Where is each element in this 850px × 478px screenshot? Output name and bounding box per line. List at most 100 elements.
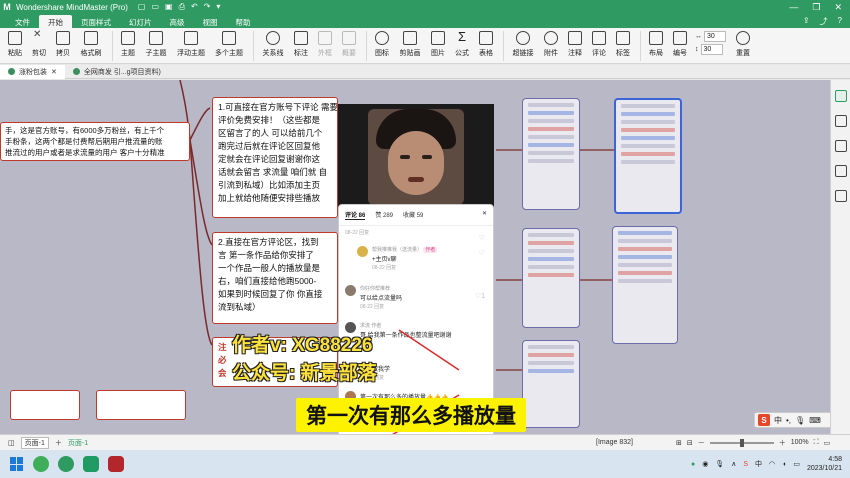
ime-language[interactable]: 中 bbox=[774, 415, 782, 426]
formula-button[interactable]: Σ 公式 bbox=[451, 30, 473, 58]
open-icon[interactable]: ▭ bbox=[151, 2, 159, 12]
tray-mic-icon[interactable]: 🎙 bbox=[715, 460, 724, 468]
publish-icon[interactable]: ⇪ bbox=[803, 16, 810, 27]
redo-icon[interactable]: ↷ bbox=[204, 2, 211, 12]
numbering-button[interactable]: 编号 bbox=[669, 31, 691, 58]
zoom-slider[interactable] bbox=[709, 438, 774, 447]
clock[interactable]: 4:58 2023/10/21 bbox=[807, 455, 842, 473]
tab-view[interactable]: 视图 bbox=[194, 15, 227, 28]
clipart-button[interactable]: 剪贴画 bbox=[395, 31, 425, 58]
image-thumbnail[interactable] bbox=[522, 228, 580, 328]
comment-button[interactable]: 评论 bbox=[588, 31, 610, 58]
windows-start-icon[interactable] bbox=[10, 457, 24, 471]
horizontal-spacing-input[interactable]: 30 bbox=[704, 31, 726, 42]
reset-button[interactable]: 重置 bbox=[732, 31, 754, 58]
presentation-icon[interactable]: ▭ bbox=[824, 439, 831, 447]
paste-button[interactable]: 粘贴 bbox=[4, 31, 26, 58]
fit-page-icon[interactable]: ⊞ bbox=[676, 439, 682, 447]
mindmaster-taskbar-icon[interactable] bbox=[83, 456, 99, 472]
page-panel-icon[interactable]: ◫ bbox=[8, 439, 15, 447]
task-panel-icon[interactable] bbox=[834, 140, 847, 152]
tray-app-icon[interactable]: ◉ bbox=[702, 460, 708, 468]
layout-button[interactable]: 布局 bbox=[645, 31, 667, 58]
note-button[interactable]: 注释 bbox=[564, 31, 586, 58]
add-page-icon[interactable]: ＋ bbox=[55, 438, 62, 448]
ime-toolbar[interactable]: S 中 •, 🎙 ⌨ bbox=[754, 412, 830, 428]
topic-button[interactable]: 主题 bbox=[117, 31, 139, 58]
mic-icon[interactable]: 🎙 bbox=[795, 416, 805, 425]
left-topic-node[interactable]: 手，这是官方账号，有6000多万粉丝，有上千个 手粉条，这两个都是付费帮后期用户… bbox=[0, 122, 190, 161]
print-icon[interactable]: ⎙ bbox=[179, 2, 185, 12]
table-button[interactable]: 表格 bbox=[475, 31, 497, 58]
help-icon[interactable]: ? bbox=[838, 16, 842, 27]
tray-green-icon[interactable]: ● bbox=[691, 461, 695, 468]
save-icon[interactable]: ▣ bbox=[165, 2, 173, 12]
vertical-spacing-icon: ↕ bbox=[695, 46, 699, 53]
outline-icon[interactable] bbox=[834, 115, 847, 127]
image-thumbnail[interactable] bbox=[522, 98, 580, 210]
doc-tab-1[interactable]: 涨粉包装 ✕ bbox=[0, 64, 65, 79]
image-button[interactable]: 图片 bbox=[427, 31, 449, 58]
doc-tab-2[interactable]: 全网商发 引...g项目资料) bbox=[65, 65, 169, 79]
summary-button[interactable]: 概要 bbox=[338, 31, 360, 58]
current-page-tab[interactable]: 页面-1 bbox=[68, 438, 88, 448]
image-thumbnail-selected[interactable] bbox=[614, 98, 682, 214]
volume-icon[interactable]: ◖ bbox=[782, 461, 786, 468]
format-panel-icon[interactable] bbox=[834, 90, 847, 102]
icon-button[interactable]: 图标 bbox=[371, 31, 393, 58]
zoom-level[interactable]: 100% bbox=[791, 439, 809, 446]
expand-tray-icon[interactable]: ∧ bbox=[731, 460, 736, 468]
share-icon[interactable]: ⤴ bbox=[820, 16, 828, 27]
keyboard-icon[interactable]: ⌨ bbox=[809, 416, 821, 425]
undo-icon[interactable]: ↶ bbox=[191, 2, 198, 12]
image-thumbnail[interactable] bbox=[612, 226, 678, 344]
bottom-left-node-2[interactable] bbox=[96, 390, 186, 420]
copy-button[interactable]: 拷贝 bbox=[52, 31, 74, 58]
zoom-in-icon[interactable]: ＋ bbox=[779, 438, 786, 448]
hyperlink-button[interactable]: 超链接 bbox=[508, 31, 538, 58]
close-icon[interactable]: ✕ bbox=[51, 68, 57, 76]
minimize-icon[interactable]: — bbox=[789, 2, 798, 13]
mindmap-canvas[interactable]: 手，这是官方账号，有6000多万粉丝，有上千个 手粉条，这两个都是付费帮后期用户… bbox=[0, 80, 830, 434]
boundary-button[interactable]: 外框 bbox=[314, 31, 336, 58]
page-select[interactable]: 页面-1 bbox=[20, 436, 49, 449]
bottom-left-node-1[interactable] bbox=[10, 390, 80, 420]
attachment-button[interactable]: 附件 bbox=[540, 31, 562, 58]
tab-slides[interactable]: 幻灯片 bbox=[120, 15, 161, 28]
multiple-topics-icon bbox=[222, 31, 236, 45]
tab-page-style[interactable]: 页面样式 bbox=[72, 15, 120, 28]
maximize-icon[interactable]: ❐ bbox=[812, 2, 820, 13]
app-green-icon[interactable] bbox=[33, 456, 49, 472]
subtopic-button[interactable]: 子主题 bbox=[141, 31, 171, 58]
punctuation-icon[interactable]: •, bbox=[786, 416, 791, 425]
sogou-tray-icon[interactable]: S bbox=[743, 461, 748, 468]
callout-button[interactable]: 标注 bbox=[290, 31, 312, 58]
new-icon[interactable]: ▢ bbox=[138, 2, 146, 12]
multiple-topics-button[interactable]: 多个主题 bbox=[211, 31, 247, 58]
tab-advanced[interactable]: 高级 bbox=[161, 15, 194, 28]
image-thumbnail[interactable] bbox=[522, 340, 580, 428]
floating-topic-button[interactable]: 浮动主题 bbox=[173, 31, 209, 58]
tab-help[interactable]: 帮助 bbox=[227, 15, 260, 28]
close-icon[interactable]: ✕ bbox=[834, 2, 842, 13]
vertical-spacing-input[interactable]: 30 bbox=[700, 44, 723, 55]
brainstorm-icon[interactable] bbox=[834, 190, 847, 202]
more-icon[interactable]: ▾ bbox=[216, 2, 220, 12]
zoom-out-icon[interactable]: － bbox=[698, 438, 705, 448]
topic-node-2[interactable]: 2.直接在官方评论区，找到 言 第一条作品给你安排了 一个作品一般人的播放量是 … bbox=[212, 232, 338, 324]
app-leaf-icon[interactable] bbox=[58, 456, 74, 472]
clipart-panel-icon[interactable] bbox=[834, 165, 847, 177]
tag-button[interactable]: 标签 bbox=[612, 31, 634, 58]
fullscreen-icon[interactable]: ⛶ bbox=[814, 439, 819, 447]
relationship-button[interactable]: 关系线 bbox=[258, 31, 288, 58]
app-red-icon[interactable] bbox=[108, 456, 124, 472]
tab-home[interactable]: 开始 bbox=[39, 15, 72, 28]
tab-file[interactable]: 文件 bbox=[6, 15, 39, 28]
ime-tray-icon[interactable]: 中 bbox=[755, 459, 762, 469]
format-painter-button[interactable]: 格式刷 bbox=[76, 31, 106, 58]
battery-icon[interactable]: ▭ bbox=[793, 460, 800, 468]
cut-button[interactable]: 剪切 bbox=[28, 29, 50, 58]
fit-width-icon[interactable]: ⊟ bbox=[687, 439, 693, 447]
topic-node-1[interactable]: 1.可直接在官方账号下评论 需要帮推，直播 小编就给你 评价免费安排！（这些都是… bbox=[212, 97, 338, 218]
wifi-icon[interactable]: ◠ bbox=[769, 460, 775, 468]
